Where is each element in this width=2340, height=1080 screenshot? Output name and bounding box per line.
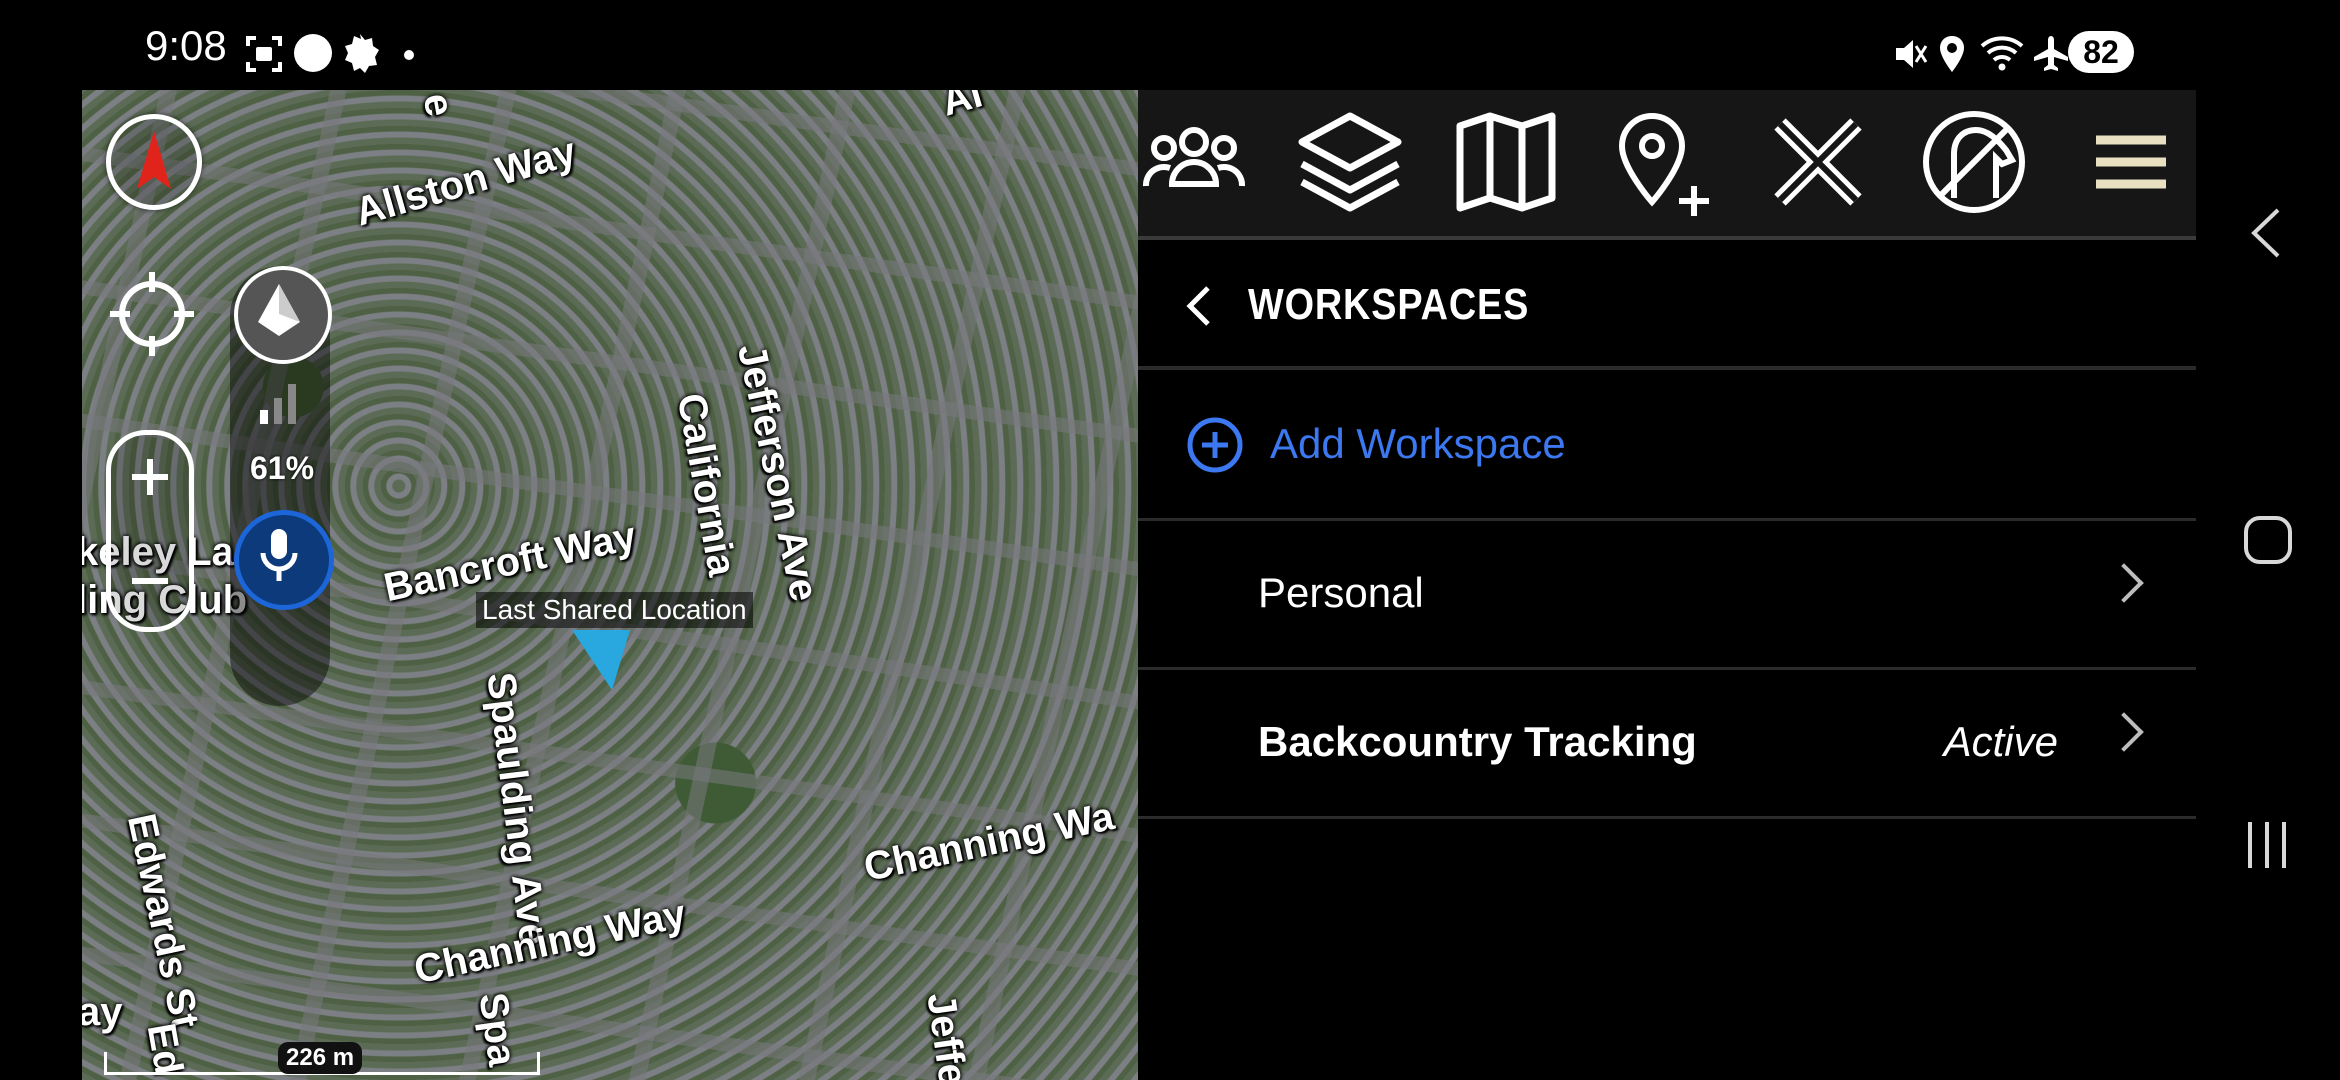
notification-icon xyxy=(345,34,379,73)
mute-icon xyxy=(1896,40,1928,68)
active-status: Active xyxy=(1943,718,2058,765)
close-icon[interactable] xyxy=(1758,102,1878,222)
back-arrow-icon[interactable] xyxy=(1182,284,1218,328)
workspace-label: Personal xyxy=(1258,569,1424,616)
north-arrow-icon xyxy=(137,131,171,189)
street-label: Channing Wa xyxy=(860,794,1118,890)
status-time: 9:08 xyxy=(145,22,227,69)
add-workspace-button[interactable]: Add Workspace xyxy=(1138,372,2196,521)
chevron-right-icon xyxy=(2104,712,2144,752)
system-nav-bar xyxy=(2196,90,2340,1080)
zoom-control xyxy=(106,430,194,632)
zoom-in-button[interactable] xyxy=(128,455,172,499)
street-label: Edwards St xyxy=(118,810,208,1033)
chevron-right-icon xyxy=(2104,563,2144,603)
wifi-icon xyxy=(1980,36,2024,71)
street-label: Jeffers xyxy=(918,990,981,1080)
street-label: California xyxy=(668,390,745,580)
status-bar: 9:08 82 xyxy=(0,0,2340,90)
location-pin-icon xyxy=(1940,36,1964,72)
airplane-icon xyxy=(2034,36,2068,71)
back-icon[interactable] xyxy=(2246,206,2286,260)
workspace-item-backcountry-tracking[interactable]: Backcountry Tracking Active xyxy=(1138,670,2196,819)
workspaces-header: WORKSPACES xyxy=(1138,240,2196,370)
home-icon[interactable] xyxy=(2242,514,2294,566)
last-shared-location-label: Last Shared Location xyxy=(476,592,753,628)
dog-tracking-icon[interactable] xyxy=(1914,102,2034,222)
street-label: Allston Way xyxy=(350,129,581,235)
map-icon[interactable] xyxy=(1446,102,1566,222)
add-workspace-label: Add Workspace xyxy=(1270,420,1566,467)
toolbar xyxy=(1138,90,2196,240)
battery-indicator: 82 xyxy=(2068,31,2134,73)
add-circle-icon xyxy=(1187,417,1243,473)
page-title: WORKSPACES xyxy=(1248,280,1530,329)
app-logo-button[interactable] xyxy=(234,266,332,364)
compass-button[interactable] xyxy=(106,114,202,210)
plus-icon xyxy=(132,459,168,495)
circle-icon xyxy=(294,34,332,72)
recents-icon[interactable] xyxy=(2242,818,2292,872)
signal-percent: 61% xyxy=(250,450,315,486)
atak-logo-icon xyxy=(258,284,300,336)
scale-label: 226 m xyxy=(278,1042,363,1074)
workspace-item-personal[interactable]: Personal xyxy=(1138,521,2196,670)
street-label: Al xyxy=(936,90,988,125)
voice-button[interactable] xyxy=(234,510,334,610)
zoom-out-button[interactable] xyxy=(128,559,172,603)
add-marker-icon[interactable] xyxy=(1602,102,1722,222)
side-panel: WORKSPACES Add Workspace Personal Backco… xyxy=(1138,90,2196,1080)
screenshot-icon xyxy=(246,36,282,72)
street-label: ay xyxy=(82,990,123,1034)
street-label: e xyxy=(414,90,462,120)
street-label: Spaulding Ave xyxy=(478,670,556,949)
microphone-icon xyxy=(260,529,298,581)
workspace-label: Backcountry Tracking xyxy=(1258,718,1697,765)
team-icon[interactable] xyxy=(1134,102,1254,222)
layers-icon[interactable] xyxy=(1290,102,1410,222)
minus-icon xyxy=(132,578,168,584)
self-location-marker-icon[interactable] xyxy=(572,630,632,692)
dot-icon xyxy=(404,50,414,60)
map-view[interactable]: Allston Way Jefferson Ave California Ban… xyxy=(82,90,1138,1080)
menu-icon[interactable] xyxy=(2070,102,2190,222)
signal-strength-icon xyxy=(260,384,296,424)
crosshair-icon[interactable] xyxy=(106,268,198,360)
